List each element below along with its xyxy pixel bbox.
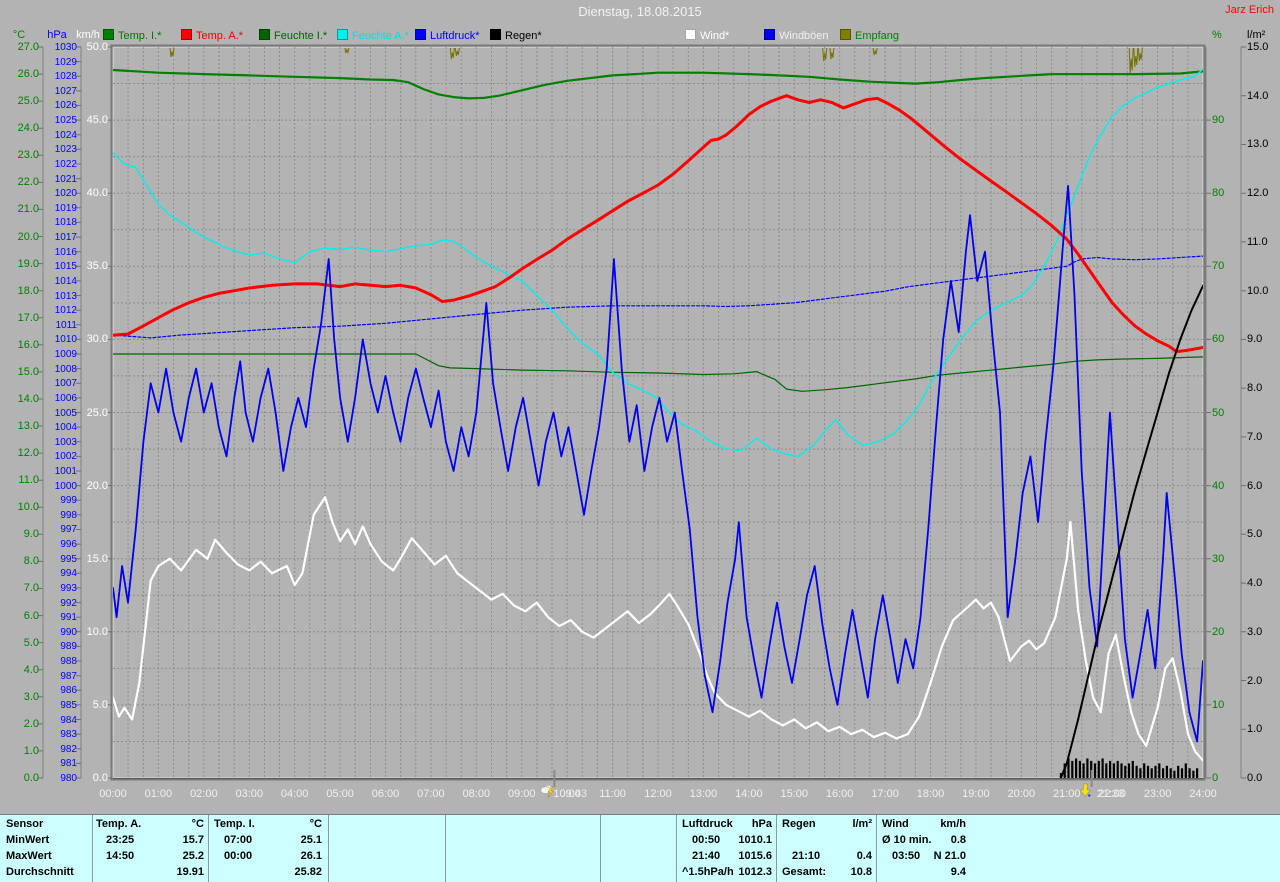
- axis-ticks-°C: [38, 47, 43, 778]
- table-col-unit: °C: [262, 818, 322, 831]
- table-col-unit: °C: [144, 818, 204, 831]
- table-divider: [328, 815, 329, 882]
- table-cell-value: 0.4: [802, 850, 872, 863]
- table-divider: [776, 815, 777, 882]
- table-cell-time: 00:00: [224, 850, 252, 863]
- table-divider: [600, 815, 601, 882]
- table-row-label: MaxWert: [6, 850, 52, 863]
- table-col-unit: hPa: [712, 818, 772, 831]
- table-cell-value: 25.82: [252, 866, 322, 879]
- table-cell-value: 15.7: [134, 834, 204, 847]
- table-cell-value: 1015.6: [702, 850, 772, 863]
- table-cell-value: 19.91: [134, 866, 204, 879]
- down-arrow-icon: [1080, 784, 1090, 797]
- table-cell-value: N 21.0: [896, 850, 966, 863]
- chart-canvas: [0, 0, 1280, 881]
- table-row-label: Durchschnitt: [6, 866, 74, 879]
- table-divider: [876, 815, 877, 882]
- table-cell-value: 26.1: [252, 850, 322, 863]
- table-cell-value: 25.1: [252, 834, 322, 847]
- stats-table: Sensor MinWert MaxWert Durchschnitt Temp. A.…: [0, 814, 1280, 882]
- table-row-label: MinWert: [6, 834, 49, 847]
- axis-ticks-l/m²: [1241, 47, 1246, 778]
- table-divider: [92, 815, 93, 882]
- table-cell-value: 1010.1: [702, 834, 772, 847]
- table-cell-value: 9.4: [896, 866, 966, 879]
- axis-ticks-%: [1206, 120, 1211, 778]
- table-divider: [676, 815, 677, 882]
- table-divider: [445, 815, 446, 882]
- table-col-name: Wind: [882, 818, 909, 831]
- table-cell-value: 25.2: [134, 850, 204, 863]
- table-header-sensor: Sensor: [6, 818, 43, 831]
- table-cell-time: 23:25: [106, 834, 134, 847]
- table-cell-value: 0.8: [896, 834, 966, 847]
- table-col-name: Temp. A.: [96, 818, 141, 831]
- table-divider: [208, 815, 209, 882]
- table-col-unit: l/m²: [812, 818, 872, 831]
- table-col-unit: km/h: [906, 818, 966, 831]
- table-cell-value: 10.8: [802, 866, 872, 879]
- plot-area[interactable]: [113, 47, 1203, 778]
- table-cell-time: 14:50: [106, 850, 134, 863]
- table-cell-value: 1012.3: [702, 866, 772, 879]
- storm-cloud-icon: [541, 786, 553, 798]
- table-cell-time: 07:00: [224, 834, 252, 847]
- table-col-name: Regen: [782, 818, 816, 831]
- table-col-name: Temp. I.: [214, 818, 255, 831]
- axis-ticks-hPa: [76, 47, 81, 778]
